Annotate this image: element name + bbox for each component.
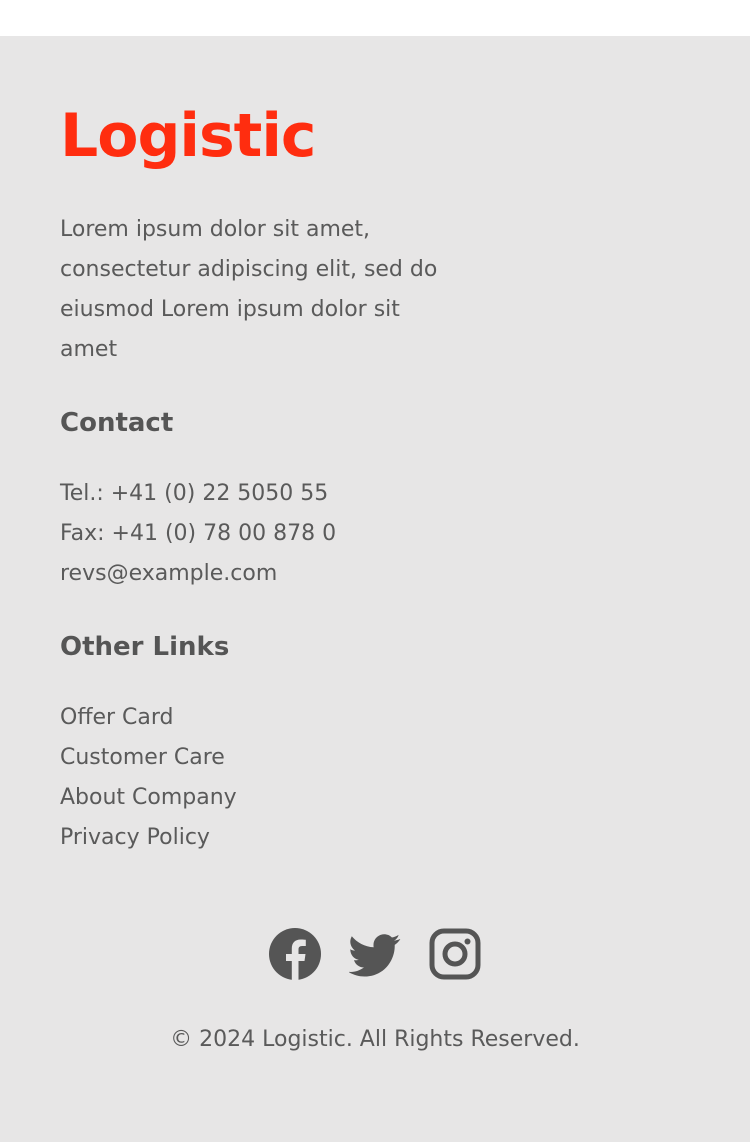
site-footer: Logistic Lorem ipsum dolor sit amet, con… <box>0 36 750 1142</box>
other-links-list: Offer Card Customer Care About Company P… <box>60 698 237 858</box>
about-text: Lorem ipsum dolor sit amet, consectetur … <box>60 217 438 362</box>
top-strip <box>0 0 750 36</box>
instagram-icon <box>429 928 481 980</box>
twitter-icon <box>349 934 401 977</box>
contact-list: Tel.: +41 (0) 22 5050 55 Fax: +41 (0) 78… <box>60 474 336 594</box>
link-about-company[interactable]: About Company <box>60 778 237 818</box>
contact-fax: Fax: +41 (0) 78 00 878 0 <box>60 521 337 546</box>
twitter-link[interactable] <box>349 928 401 980</box>
link-offer-card[interactable]: Offer Card <box>60 698 237 738</box>
link-customer-care[interactable]: Customer Care <box>60 738 237 778</box>
link-privacy-policy[interactable]: Privacy Policy <box>60 818 237 858</box>
facebook-link[interactable] <box>269 928 321 980</box>
contact-heading: Contact <box>60 408 174 438</box>
social-links <box>0 928 750 980</box>
instagram-link[interactable] <box>429 928 481 980</box>
brand-logo[interactable]: Logistic <box>60 98 316 174</box>
facebook-icon <box>269 928 321 980</box>
copyright-text: © 2024 Logistic. All Rights Reserved. <box>170 1027 580 1052</box>
contact-phone[interactable]: Tel.: +41 (0) 22 5050 55 <box>60 474 336 514</box>
other-links-heading: Other Links <box>60 632 230 662</box>
contact-email[interactable]: revs@example.com <box>60 554 336 594</box>
